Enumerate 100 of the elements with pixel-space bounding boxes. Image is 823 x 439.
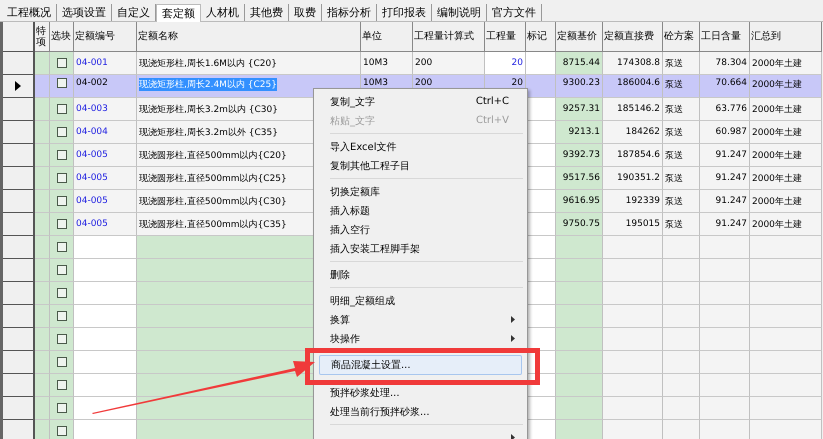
table-cell [700,351,750,374]
table-cell [603,351,663,374]
row-header[interactable] [3,236,35,259]
row-header[interactable] [3,144,35,167]
table-cell [700,259,750,282]
table-cell [526,420,556,439]
row-header[interactable] [3,397,35,420]
column-header[interactable]: 砼方案 [663,22,700,52]
checkbox[interactable] [56,127,66,137]
row-header[interactable] [3,98,35,121]
checkbox[interactable] [56,288,66,298]
row-header[interactable] [3,259,35,282]
code-cell: 04-005 [74,167,137,190]
checkbox[interactable] [56,58,66,68]
tab[interactable]: 套定额 [156,4,201,22]
column-header[interactable]: 定额名称 [137,22,361,52]
tab[interactable]: 官方文件 [487,4,542,21]
tab[interactable]: 工程概况 [2,4,57,21]
concrete-plan-cell: 泵送 [663,213,700,236]
column-header[interactable]: 特项 [35,22,50,52]
table-cell [663,420,700,439]
tab[interactable]: 打印报表 [377,4,432,21]
checkbox[interactable] [56,173,66,183]
column-header[interactable]: 单位 [361,22,413,52]
menu-item[interactable]: 插入安装工程脚手架 [316,239,525,258]
code-cell: 04-001 [74,52,137,75]
base-price-cell: 9616.95 [556,190,603,213]
row-header[interactable] [3,121,35,144]
column-header[interactable]: 汇总到 [750,22,822,52]
tab[interactable]: 取费 [289,4,322,21]
checkbox[interactable] [56,357,66,367]
menu-item[interactable]: 预拌砂浆处理... [316,383,525,402]
table-cell [663,282,700,305]
column-header[interactable]: 工日含量 [700,22,750,52]
tab[interactable]: 选项设置 [57,4,112,21]
base-price-cell: 9213.1 [556,121,603,144]
table-cell [556,397,603,420]
checkbox[interactable] [56,242,66,252]
column-header[interactable]: 标记 [526,22,556,52]
row-header[interactable] [3,374,35,397]
checkbox[interactable] [56,219,66,229]
checkbox[interactable] [56,265,66,275]
column-header[interactable]: 定额编号 [74,22,137,52]
menu-item[interactable]: 块操作 [316,329,525,348]
checkbox[interactable] [56,380,66,390]
table-cell [700,420,750,439]
table-cell [603,420,663,439]
row-header[interactable] [3,52,35,75]
tab[interactable]: 其他费 [245,4,289,21]
menu-item[interactable]: 明细_定额组成 [316,291,525,310]
column-header[interactable]: 定额直接费 [603,22,663,52]
menu-item[interactable]: 商品混凝土设置... [319,355,522,375]
summary-cell: 2000年土建 [750,98,822,121]
labor-cell: 60.987 [700,121,750,144]
table-cell [663,328,700,351]
tab[interactable]: 编制说明 [432,4,487,21]
column-header[interactable]: 工程量计算式 [413,22,485,52]
code-cell: 04-002 [74,75,137,98]
direct-cost-cell: 184262 [603,121,663,144]
row-header[interactable] [3,351,35,374]
menu-item[interactable]: 换算 [316,310,525,329]
row-header[interactable] [3,167,35,190]
code-cell: 04-003 [74,98,137,121]
checkbox[interactable] [56,426,66,436]
table-cell [663,397,700,420]
direct-cost-cell: 174308.8 [603,52,663,75]
column-header[interactable]: 定额基价 [556,22,603,52]
tab[interactable]: 人材机 [201,4,245,21]
table-cell [526,213,556,236]
table-cell [556,305,603,328]
menu-item[interactable]: 处理当前行预拌砂浆... [316,402,525,421]
row-header[interactable] [3,305,35,328]
table-cell [700,236,750,259]
table-cell [526,190,556,213]
checkbox[interactable] [56,150,66,160]
column-header[interactable]: 工程量 [485,22,526,52]
row-header[interactable] [3,282,35,305]
checkbox[interactable] [56,311,66,321]
row-pointer-icon [15,81,21,91]
row-header[interactable] [3,213,35,236]
checkbox[interactable] [56,403,66,413]
row-header[interactable] [3,190,35,213]
checkbox[interactable] [56,104,66,114]
table-cell [603,397,663,420]
base-price-cell: 9257.31 [556,98,603,121]
summary-cell: 2000年土建 [750,144,822,167]
table-cell [700,305,750,328]
labor-cell: 70.664 [700,75,750,98]
row-header[interactable] [3,75,35,98]
table-cell [526,52,556,75]
row-header[interactable] [3,328,35,351]
column-header[interactable]: 选块 [50,22,74,52]
table-cell [526,282,556,305]
table-cell [700,282,750,305]
base-price-cell: 9750.75 [556,213,603,236]
checkbox[interactable] [56,334,66,344]
checkbox[interactable] [56,196,66,206]
menu-item[interactable]: 删除 [316,265,525,284]
checkbox[interactable] [56,78,66,88]
tab[interactable]: 指标分析 [322,4,377,21]
